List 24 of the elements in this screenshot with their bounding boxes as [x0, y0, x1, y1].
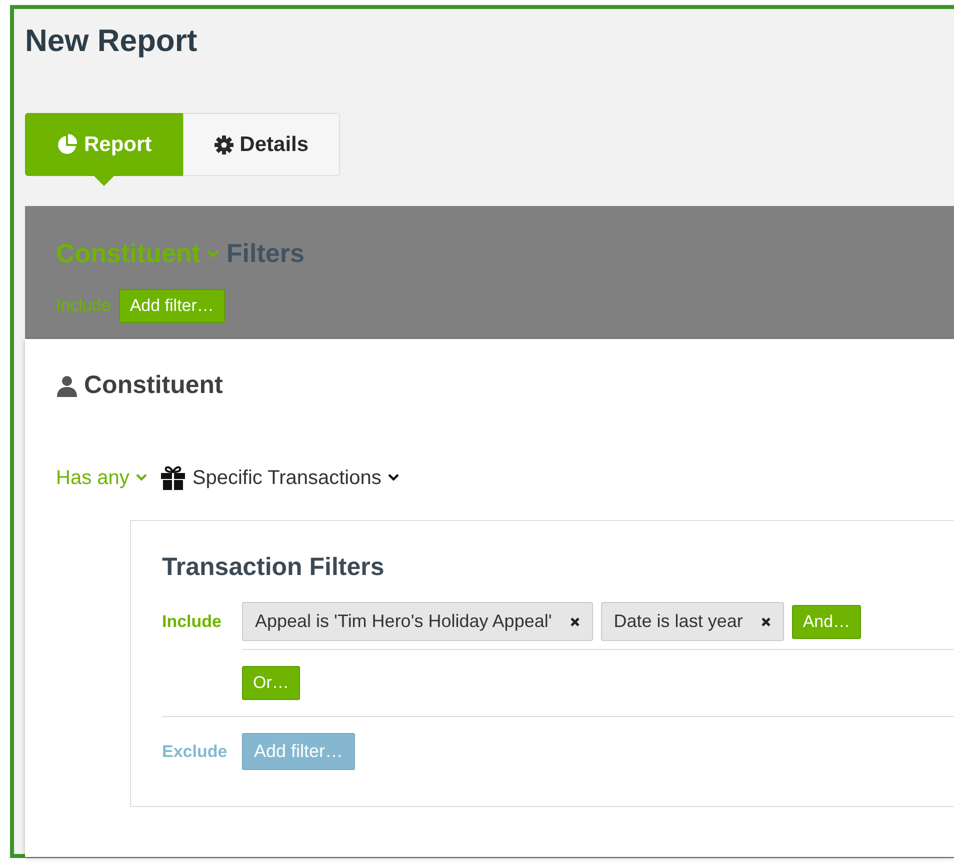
- card-title: Constituent: [84, 370, 223, 401]
- gift-icon: [160, 466, 186, 490]
- add-filter-button[interactable]: Add filter…: [118, 289, 225, 323]
- page-title: New Report: [25, 22, 198, 60]
- entity-dropdown[interactable]: Constituent: [56, 234, 200, 273]
- add-filter-button[interactable]: Add filter…: [242, 733, 356, 770]
- remove-icon[interactable]: [760, 616, 771, 626]
- chevron-down-icon[interactable]: [387, 473, 400, 482]
- pie-chart-icon: [56, 134, 78, 156]
- tab-pointer-icon: [92, 175, 115, 186]
- person-icon: [56, 374, 78, 397]
- panel-title: Transaction Filters: [162, 552, 386, 582]
- remove-icon[interactable]: [570, 616, 580, 626]
- filters-heading: Filters: [226, 237, 304, 270]
- exclude-label: Exclude: [162, 740, 228, 763]
- filter-chip[interactable]: Appeal is 'Tim Hero's Holiday Appeal': [242, 602, 593, 641]
- filter-chip[interactable]: Date is last year: [600, 602, 784, 641]
- include-label: Include: [56, 295, 111, 318]
- and-button[interactable]: And…: [792, 604, 862, 638]
- or-button[interactable]: Or…: [242, 666, 300, 700]
- include-label: Include: [162, 610, 223, 633]
- target-dropdown[interactable]: Specific Transactions: [192, 462, 382, 492]
- quantifier-dropdown[interactable]: Has any: [56, 462, 130, 492]
- tab[interactable]: Details: [182, 113, 340, 176]
